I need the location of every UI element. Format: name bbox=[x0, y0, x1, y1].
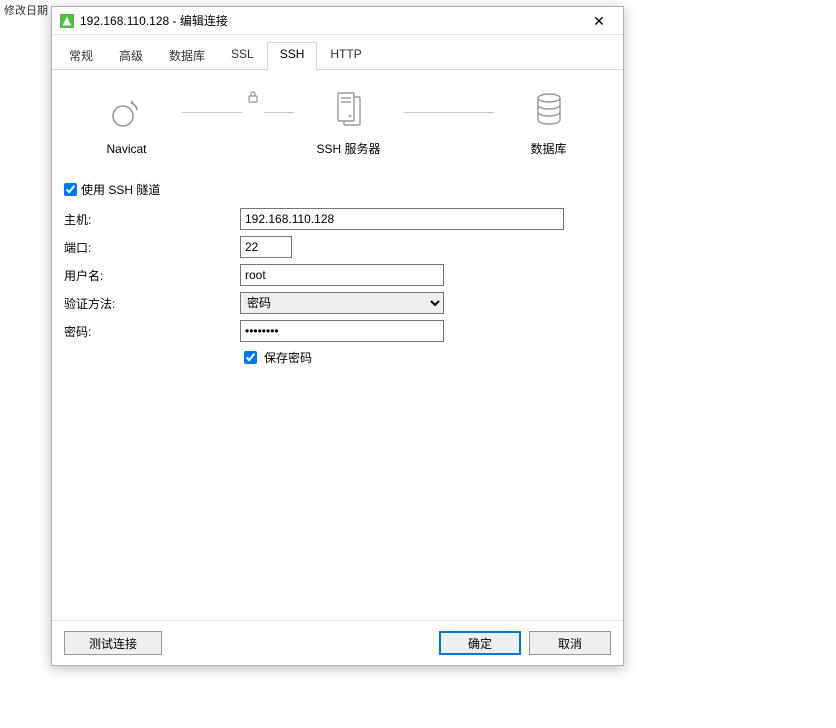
use-ssh-checkbox[interactable] bbox=[64, 183, 77, 196]
close-button[interactable]: ✕ bbox=[581, 10, 617, 32]
window-title: 192.168.110.128 - 编辑连接 bbox=[80, 12, 581, 29]
tab-ssl[interactable]: SSL bbox=[218, 42, 267, 70]
auth-label: 验证方法: bbox=[64, 295, 240, 312]
ssh-form: 使用 SSH 隧道 主机: 端口: 用户名: 验证方法: 密码 bbox=[64, 181, 611, 367]
bg-col-label: 修改日期 bbox=[4, 2, 48, 18]
port-row: 端口: bbox=[64, 236, 611, 258]
edit-connection-dialog: 192.168.110.128 - 编辑连接 ✕ 常规 高级 数据库 SSL S… bbox=[51, 6, 624, 666]
password-input[interactable] bbox=[240, 320, 444, 342]
topology-line-2 bbox=[404, 112, 494, 113]
user-row: 用户名: bbox=[64, 264, 611, 286]
user-label: 用户名: bbox=[64, 267, 240, 284]
ok-button[interactable]: 确定 bbox=[439, 631, 521, 655]
topology-diagram: Navicat bbox=[64, 90, 611, 157]
background-fragment: 修改日期 bbox=[0, 0, 52, 20]
tab-http[interactable]: HTTP bbox=[317, 42, 374, 70]
tabstrip: 常规 高级 数据库 SSL SSH HTTP bbox=[52, 35, 623, 70]
database-icon bbox=[534, 90, 564, 130]
topology-line-1 bbox=[182, 112, 242, 113]
use-ssh-row[interactable]: 使用 SSH 隧道 bbox=[64, 181, 611, 198]
auth-row: 验证方法: 密码 bbox=[64, 292, 611, 314]
titlebar: 192.168.110.128 - 编辑连接 ✕ bbox=[52, 7, 623, 35]
tab-advanced[interactable]: 高级 bbox=[106, 42, 156, 70]
topology-db-label: 数据库 bbox=[530, 140, 566, 157]
close-icon: ✕ bbox=[593, 14, 605, 28]
content-spacer bbox=[64, 367, 611, 612]
app-icon bbox=[60, 14, 74, 28]
host-input[interactable] bbox=[240, 208, 564, 230]
save-password-row[interactable]: 保存密码 bbox=[240, 348, 611, 367]
server-icon bbox=[332, 90, 366, 130]
tab-content: Navicat bbox=[52, 70, 623, 620]
host-row: 主机: bbox=[64, 208, 611, 230]
tab-ssh[interactable]: SSH bbox=[267, 42, 318, 70]
host-label: 主机: bbox=[64, 211, 240, 228]
navicat-icon bbox=[109, 92, 145, 132]
topology-ssh-label: SSH 服务器 bbox=[316, 140, 380, 157]
user-input[interactable] bbox=[240, 264, 444, 286]
save-password-label: 保存密码 bbox=[264, 349, 312, 366]
tab-database[interactable]: 数据库 bbox=[156, 42, 218, 70]
port-input[interactable] bbox=[240, 236, 292, 258]
topology-navicat-label: Navicat bbox=[106, 142, 146, 156]
use-ssh-label: 使用 SSH 隧道 bbox=[81, 181, 160, 198]
password-label: 密码: bbox=[64, 323, 240, 340]
port-label: 端口: bbox=[64, 239, 240, 256]
topology-line-1b bbox=[264, 112, 294, 113]
topology-navicat: Navicat bbox=[72, 92, 182, 156]
tab-general[interactable]: 常规 bbox=[56, 42, 106, 70]
auth-select[interactable]: 密码 bbox=[240, 292, 444, 314]
save-password-checkbox[interactable] bbox=[244, 351, 257, 364]
password-row: 密码: bbox=[64, 320, 611, 342]
lock-icon bbox=[242, 90, 264, 107]
cancel-button[interactable]: 取消 bbox=[529, 631, 611, 655]
topology-db: 数据库 bbox=[494, 90, 604, 157]
test-connection-button[interactable]: 测试连接 bbox=[64, 631, 162, 655]
dialog-footer: 测试连接 确定 取消 bbox=[52, 620, 623, 665]
topology-ssh: SSH 服务器 bbox=[294, 90, 404, 157]
